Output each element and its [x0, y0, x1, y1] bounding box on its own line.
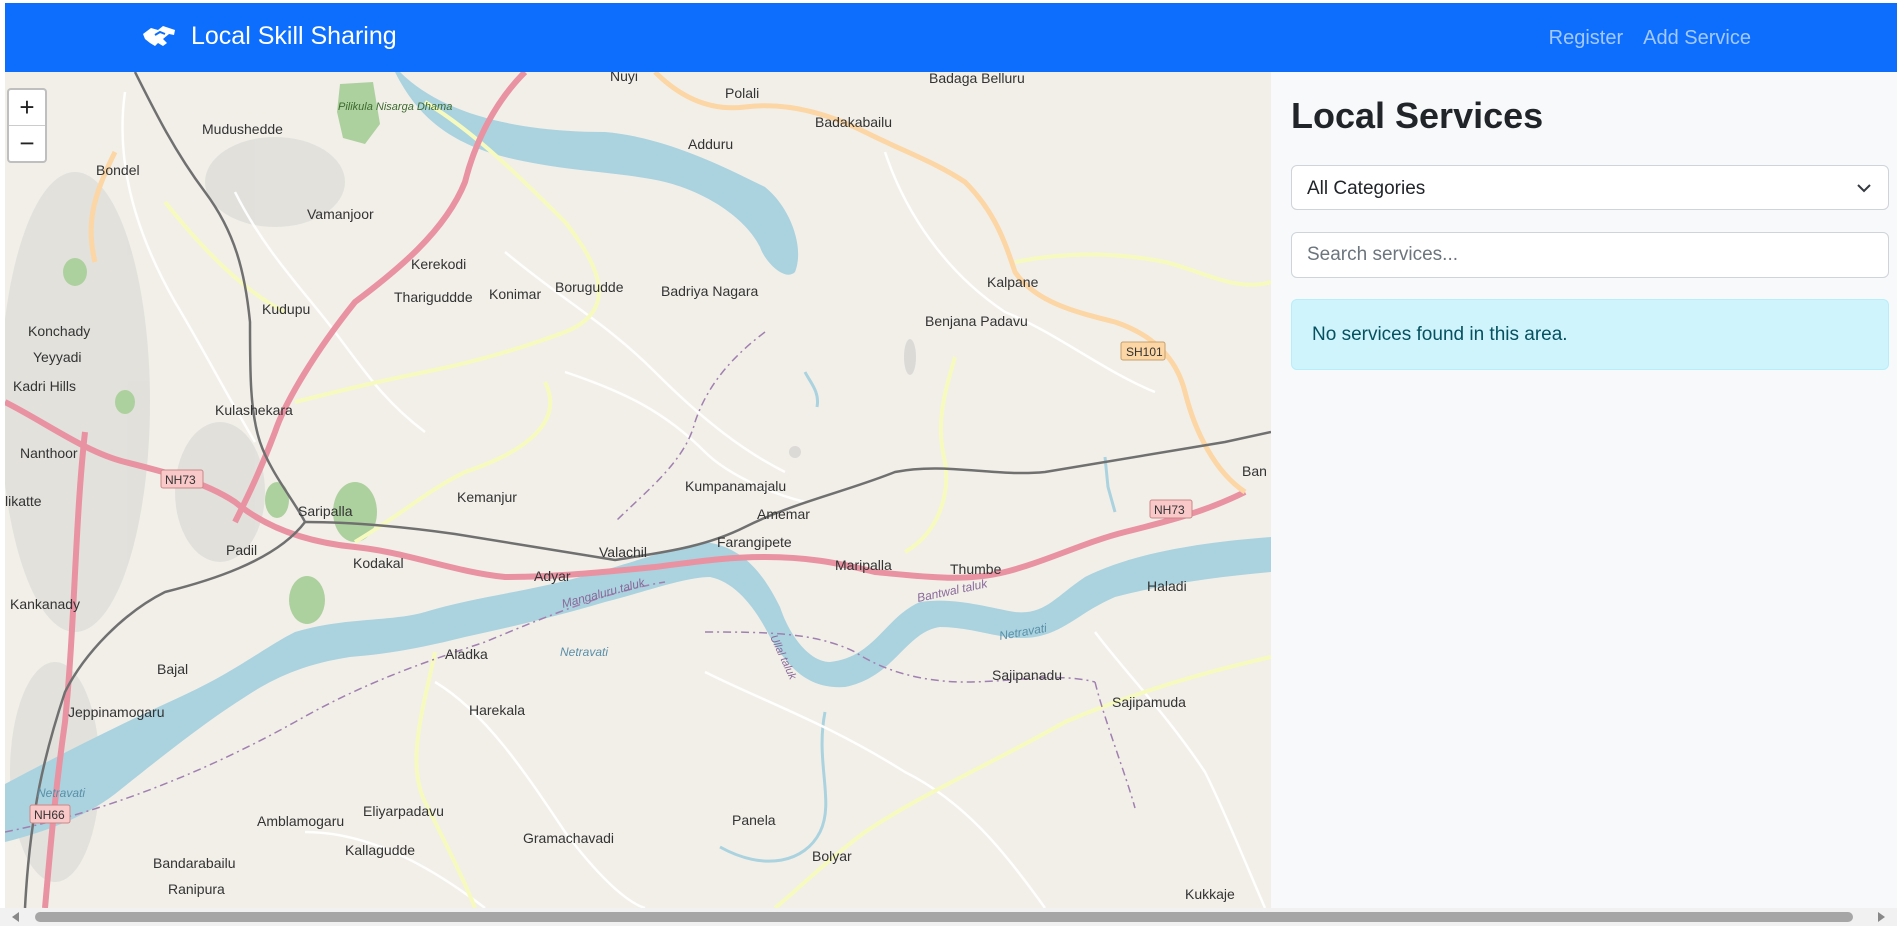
label-netravati-1: Netravati: [560, 645, 608, 659]
label-ranipura: Ranipura: [168, 881, 225, 897]
add-service-link[interactable]: Add Service: [1643, 27, 1751, 50]
label-farangipete: Farangipete: [717, 534, 792, 550]
zoom-control: + −: [7, 88, 47, 163]
label-pilikula: Pilikula Nisarga Dhama: [338, 101, 452, 113]
label-harekala: Harekala: [469, 702, 525, 718]
label-saripalla: Saripalla: [298, 503, 353, 519]
label-kudupu: Kudupu: [262, 301, 310, 317]
label-polali: Polali: [725, 85, 759, 101]
label-likatte: likatte: [5, 493, 42, 509]
label-nh73-west: NH73: [165, 473, 196, 487]
label-nanthoor: Nanthoor: [20, 445, 78, 461]
label-padil: Padil: [226, 542, 257, 558]
label-kumpanamajalu: Kumpanamajalu: [685, 478, 786, 494]
label-konchady: Konchady: [28, 323, 90, 339]
brand-title: Local Skill Sharing: [191, 21, 397, 50]
label-aladka: Aladka: [445, 646, 488, 662]
label-amblamogaru: Amblamogaru: [257, 813, 344, 829]
label-bajal: Bajal: [157, 661, 188, 677]
label-kodakal: Kodakal: [353, 555, 404, 571]
label-amemar: Amemar: [757, 506, 810, 522]
label-vamanjoor: Vamanjoor: [307, 206, 374, 222]
map-labels: Nuyi Polali Badaga Belluru Badakabailu A…: [5, 72, 1267, 902]
chevron-down-icon: [1857, 184, 1871, 193]
navbar: Local Skill Sharing Register Add Service: [5, 3, 1897, 72]
label-nh73-east: NH73: [1154, 503, 1185, 517]
panel-title: Local Services: [1291, 95, 1544, 136]
label-badakabailu: Badakabailu: [815, 114, 892, 130]
label-maripalla: Maripalla: [835, 557, 892, 573]
label-ullal-taluk: Ullal taluk: [767, 633, 798, 682]
label-kankanady: Kankanady: [10, 596, 80, 612]
label-thariguddde: Thariguddde: [394, 289, 473, 305]
label-kallagudde: Kallagudde: [345, 842, 415, 858]
map-view[interactable]: Nuyi Polali Badaga Belluru Badakabailu A…: [5, 72, 1271, 908]
horizontal-scrollbar[interactable]: [0, 908, 1897, 926]
label-badriya-nagara: Badriya Nagara: [661, 283, 758, 299]
label-ban: Ban: [1242, 463, 1267, 479]
label-panela: Panela: [732, 812, 776, 828]
brand-link[interactable]: Local Skill Sharing: [141, 21, 397, 51]
label-kalpane: Kalpane: [987, 274, 1039, 290]
label-konimar: Konimar: [489, 286, 541, 302]
label-sajipanadu: Sajipanadu: [992, 667, 1062, 683]
label-bantwal-taluk: Bantwal taluk: [916, 576, 990, 605]
zoom-in-button[interactable]: +: [9, 90, 45, 125]
scrollbar-thumb[interactable]: [35, 912, 1853, 922]
empty-services-alert: No services found in this area.: [1291, 299, 1889, 370]
label-nuyi: Nuyi: [610, 72, 638, 84]
label-kukkaje: Kukkaje: [1185, 886, 1235, 902]
scroll-right-arrow-icon[interactable]: [1878, 912, 1885, 922]
label-mangaluru-taluk: Mangaluru taluk: [560, 575, 647, 611]
handshake-icon: [143, 26, 175, 46]
category-select[interactable]: All Categories: [1291, 165, 1889, 210]
label-bolyar: Bolyar: [812, 848, 852, 864]
label-kemanjur: Kemanjur: [457, 489, 517, 505]
label-mudushedde: Mudushedde: [202, 121, 283, 137]
services-panel: Local Services All Categories No service…: [1271, 72, 1897, 908]
label-badaga-belluru: Badaga Belluru: [929, 72, 1025, 86]
label-haladi: Haladi: [1147, 578, 1187, 594]
bottom-strip: [0, 926, 1897, 931]
label-jeppinamogaru: Jeppinamogaru: [68, 704, 165, 720]
scroll-left-arrow-icon[interactable]: [12, 912, 19, 922]
label-netravati-3: Netravati: [37, 786, 85, 800]
label-netravati-2: Netravati: [998, 621, 1048, 643]
label-kulashekara: Kulashekara: [215, 402, 293, 418]
register-link[interactable]: Register: [1549, 27, 1623, 50]
label-bandarabailu: Bandarabailu: [153, 855, 236, 871]
label-eliyarpadavu: Eliyarpadavu: [363, 803, 444, 819]
label-adduru: Adduru: [688, 136, 733, 152]
label-nh66: NH66: [34, 808, 65, 822]
label-sh101: SH101: [1126, 345, 1163, 359]
label-yeyyadi: Yeyyadi: [33, 349, 82, 365]
label-bondel: Bondel: [96, 162, 140, 178]
label-kerekodi: Kerekodi: [411, 256, 466, 272]
label-gramachavadi: Gramachavadi: [523, 830, 614, 846]
label-valachil: Valachil: [599, 544, 647, 560]
label-benjana-padavu: Benjana Padavu: [925, 313, 1028, 329]
label-borugudde: Borugudde: [555, 279, 624, 295]
label-kadri-hills: Kadri Hills: [13, 378, 76, 394]
search-input[interactable]: [1291, 232, 1889, 278]
zoom-out-button[interactable]: −: [9, 125, 45, 161]
label-adyar: Adyar: [534, 568, 571, 584]
category-selected-value: All Categories: [1307, 178, 1426, 199]
label-sajipamuda: Sajipamuda: [1112, 694, 1186, 710]
nav-links: Register Add Service: [1549, 27, 1751, 50]
label-thumbe: Thumbe: [950, 561, 1002, 577]
